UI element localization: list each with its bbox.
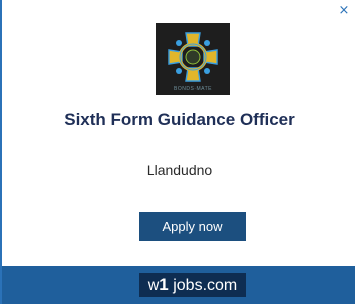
logo-text: BONDS·MATE: [174, 86, 212, 92]
company-logo: BONDS·MATE: [156, 23, 230, 95]
brand-w: w: [147, 277, 160, 294]
job-location: Llandudno: [146, 162, 213, 178]
apply-now-button[interactable]: Apply now: [139, 212, 246, 241]
footer-bar: w1 jobs.com: [2, 266, 355, 304]
job-title[interactable]: Sixth Form Guidance Officer: [2, 110, 355, 130]
close-icon[interactable]: ×: [337, 4, 351, 18]
w1jobs-brand-link[interactable]: w1 jobs.com: [139, 273, 246, 297]
brand-one: 1: [159, 275, 169, 294]
brand-domain: jobs.com: [173, 277, 238, 294]
crest-logo-icon: [156, 23, 230, 95]
job-ad: × BONDS·MATE Sixth Form Guidance Officer…: [0, 0, 355, 304]
